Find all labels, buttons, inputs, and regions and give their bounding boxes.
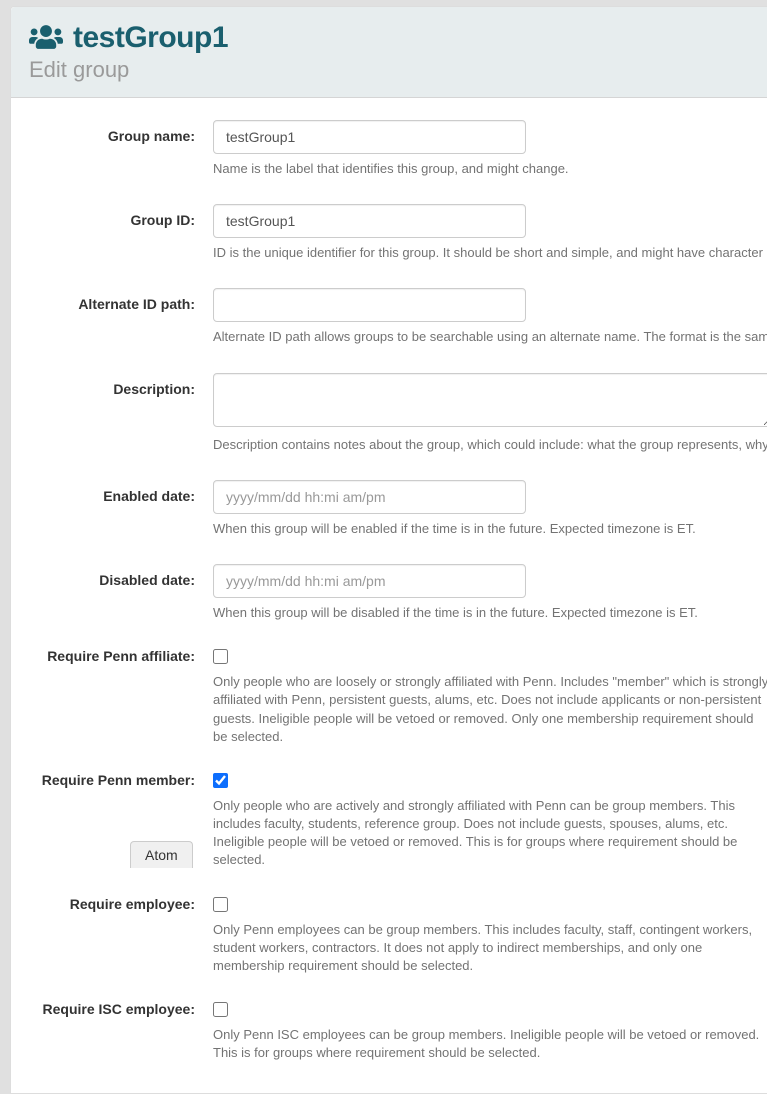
group-id-label: Group ID: — [11, 204, 213, 228]
require-penn-affiliate-label: Require Penn affiliate: — [11, 648, 213, 664]
disabled-date-input[interactable] — [213, 564, 526, 598]
alt-id-path-help: Alternate ID path allows groups to be se… — [213, 328, 767, 346]
disabled-date-help: When this group will be disabled if the … — [213, 604, 767, 622]
description-textarea[interactable] — [213, 373, 767, 427]
require-employee-checkbox[interactable] — [213, 897, 228, 912]
panel-header: testGroup1 Edit group — [11, 7, 767, 98]
require-penn-member-checkbox[interactable] — [213, 773, 228, 788]
group-icon — [29, 23, 63, 54]
require-isc-employee-checkbox[interactable] — [213, 1002, 228, 1017]
atom-button[interactable]: Atom — [130, 841, 193, 868]
description-label: Description: — [11, 373, 213, 397]
require-employee-help: Only Penn employees can be group members… — [213, 921, 767, 976]
group-id-input[interactable] — [213, 204, 526, 238]
require-isc-employee-help: Only Penn ISC employees can be group mem… — [213, 1026, 767, 1062]
disabled-date-label: Disabled date: — [11, 564, 213, 588]
require-penn-affiliate-checkbox[interactable] — [213, 649, 228, 664]
require-penn-affiliate-help: Only people who are loosely or strongly … — [213, 673, 767, 746]
alt-id-path-input[interactable] — [213, 288, 526, 322]
page-subtitle: Edit group — [29, 57, 751, 83]
alt-id-path-label: Alternate ID path: — [11, 288, 213, 312]
require-employee-label: Require employee: — [11, 896, 213, 912]
require-penn-member-label: Require Penn member: — [11, 772, 213, 788]
require-penn-member-help: Only people who are actively and strongl… — [213, 797, 767, 870]
description-help: Description contains notes about the gro… — [213, 436, 767, 454]
enabled-date-help: When this group will be enabled if the t… — [213, 520, 767, 538]
require-isc-employee-label: Require ISC employee: — [11, 1001, 213, 1017]
group-id-help: ID is the unique identifier for this gro… — [213, 244, 767, 262]
enabled-date-label: Enabled date: — [11, 480, 213, 504]
group-name-help: Name is the label that identifies this g… — [213, 160, 767, 178]
page-title: testGroup1 — [73, 21, 228, 55]
group-name-input[interactable] — [213, 120, 526, 154]
edit-group-panel: testGroup1 Edit group Group name: Name i… — [10, 6, 767, 1094]
enabled-date-input[interactable] — [213, 480, 526, 514]
form-body: Group name: Name is the label that ident… — [11, 98, 767, 1093]
group-name-label: Group name: — [11, 120, 213, 144]
